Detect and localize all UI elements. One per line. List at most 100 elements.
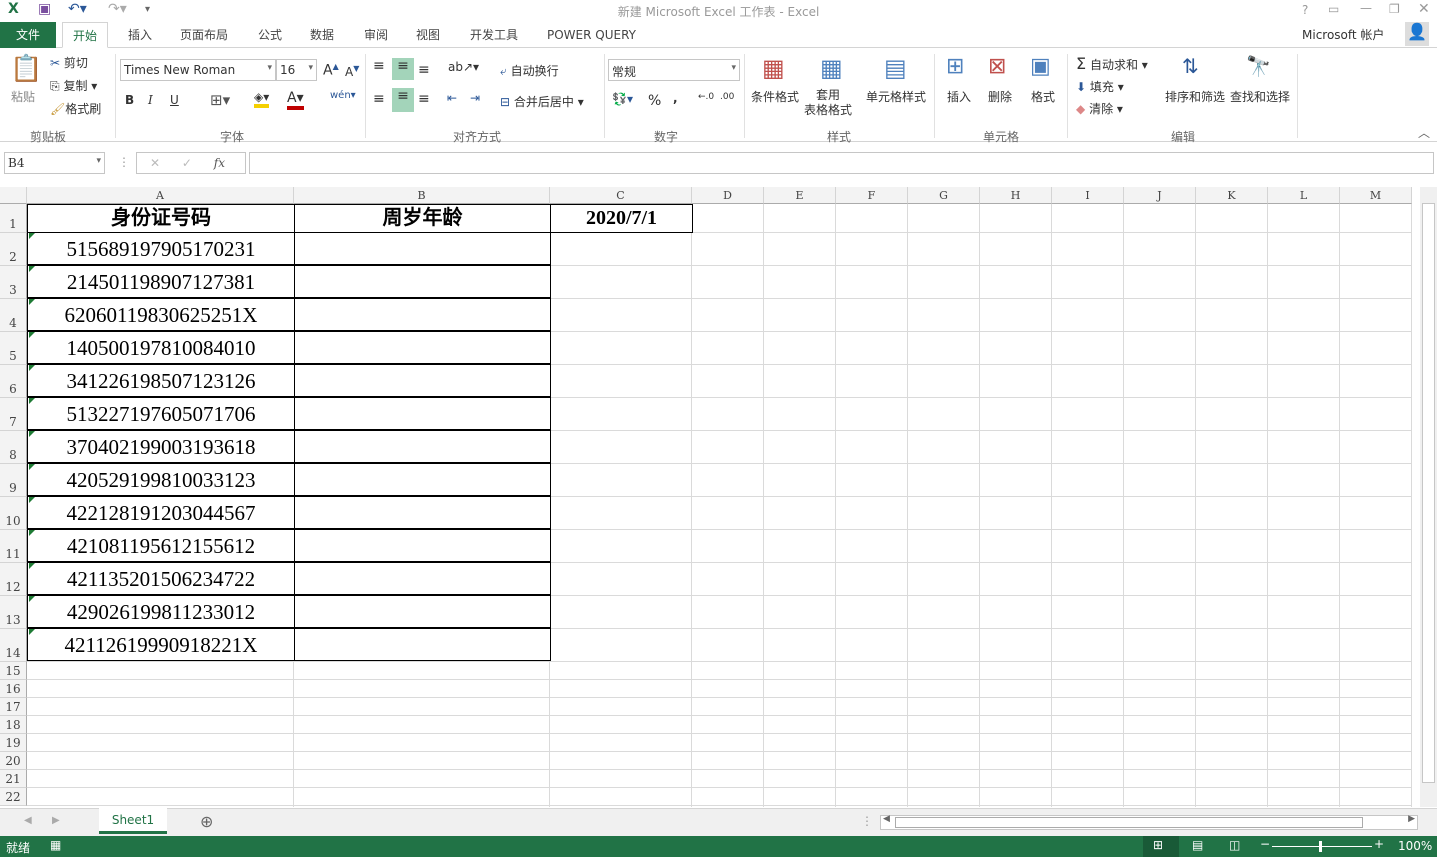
tab-home[interactable]: 开始 <box>62 22 109 48</box>
error-indicator-icon[interactable] <box>29 398 35 404</box>
error-indicator-icon[interactable] <box>29 563 35 569</box>
page-layout-view-icon[interactable]: ▤ <box>1192 838 1203 852</box>
row-header-2[interactable]: 2 <box>0 233 27 266</box>
decrease-font-icon[interactable]: A▼ <box>345 64 359 79</box>
restore-icon[interactable]: ❐ <box>1389 2 1400 16</box>
tab-power-query[interactable]: POWER QUERY <box>537 22 646 48</box>
cell-B1[interactable]: 周岁年龄 <box>294 204 551 233</box>
cancel-icon[interactable]: ✕ <box>150 156 160 170</box>
cell-styles-button[interactable]: 单元格样式 <box>866 88 926 105</box>
row-header-21[interactable]: 21 <box>0 770 27 788</box>
scroll-thumb[interactable] <box>895 817 1363 828</box>
column-header-K[interactable]: K <box>1196 187 1268 204</box>
error-indicator-icon[interactable] <box>29 365 35 371</box>
cell-B13[interactable] <box>294 595 551 628</box>
paste-icon[interactable]: 📋 <box>10 54 42 84</box>
error-indicator-icon[interactable] <box>29 596 35 602</box>
error-indicator-icon[interactable] <box>29 431 35 437</box>
cell-B7[interactable] <box>294 397 551 430</box>
help-icon[interactable]: ? <box>1302 3 1308 17</box>
copy-button[interactable]: ⎘ 复制 ▾ <box>50 77 97 94</box>
tab-review[interactable]: 审阅 <box>354 22 398 48</box>
row-header-19[interactable]: 19 <box>0 734 27 752</box>
row-header-22[interactable]: 22 <box>0 788 27 806</box>
row-header-18[interactable]: 18 <box>0 716 27 734</box>
prev-sheet-icon[interactable]: ◀ <box>24 815 32 826</box>
worksheet-grid[interactable]: A B C D E F G H I J K L M 1 2 3 4 5 6 7 8 9 10 11 12 13 14 15 16 17 18… <box>0 187 1420 807</box>
fill-color-icon[interactable]: ◈▾ <box>254 90 270 108</box>
find-select-button[interactable]: 查找和选择 <box>1230 88 1290 105</box>
insert-cells-button[interactable]: 插入 <box>947 88 971 105</box>
cell-B4[interactable] <box>294 298 551 331</box>
account-name[interactable]: Microsoft 帐户 <box>1302 26 1384 43</box>
select-all-corner[interactable] <box>0 187 27 204</box>
format-as-table-button[interactable]: 套用 表格格式 <box>804 88 852 118</box>
zoom-in-icon[interactable]: + <box>1374 837 1384 851</box>
zoom-slider-thumb[interactable] <box>1319 841 1322 852</box>
orientation-icon[interactable]: ab↗▾ <box>448 60 479 74</box>
cell-A1[interactable]: 身份证号码 <box>27 204 295 233</box>
error-indicator-icon[interactable] <box>29 530 35 536</box>
decrease-decimal-icon[interactable]: .00 <box>720 92 734 102</box>
zoom-slider[interactable] <box>1272 846 1372 847</box>
cell-A9[interactable]: 420529199810033123 <box>27 463 295 496</box>
macro-record-icon[interactable]: ▦ <box>50 838 61 852</box>
cell-A14[interactable]: 42112619990918221X <box>27 628 295 661</box>
column-header-L[interactable]: L <box>1268 187 1340 204</box>
vertical-scrollbar[interactable] <box>1420 187 1437 807</box>
paste-button[interactable]: 粘贴 <box>11 88 35 105</box>
wrap-text-button[interactable]: ⤶ 自动换行 <box>500 62 559 79</box>
row-header-11[interactable]: 11 <box>0 530 27 563</box>
cell-B8[interactable] <box>294 430 551 463</box>
error-indicator-icon[interactable] <box>29 629 35 635</box>
font-name-select[interactable]: Times New Roman ▾ <box>120 59 276 81</box>
row-header-6[interactable]: 6 <box>0 365 27 398</box>
bold-button[interactable]: B <box>125 93 134 107</box>
italic-button[interactable]: I <box>148 93 153 107</box>
cell-A4[interactable]: 62060119830625251X <box>27 298 295 331</box>
cell-B11[interactable] <box>294 529 551 562</box>
row-header-8[interactable]: 8 <box>0 431 27 464</box>
cell-A11[interactable]: 421081195612155612 <box>27 529 295 562</box>
row-header-15[interactable]: 15 <box>0 662 27 680</box>
currency-icon[interactable]: 💱▾ <box>612 92 633 106</box>
row-header-14[interactable]: 14 <box>0 629 27 662</box>
zoom-out-icon[interactable]: − <box>1260 837 1270 851</box>
align-bottom-icon[interactable]: ≡ <box>418 62 430 78</box>
column-header-M[interactable]: M <box>1340 187 1412 204</box>
number-format-select[interactable]: 常规 ▾ <box>608 59 740 81</box>
row-header-17[interactable]: 17 <box>0 698 27 716</box>
name-box[interactable]: B4 ▾ <box>4 152 105 174</box>
row-header-3[interactable]: 3 <box>0 266 27 299</box>
cell-B9[interactable] <box>294 463 551 496</box>
zoom-level[interactable]: 100% <box>1398 839 1432 853</box>
column-header-J[interactable]: J <box>1124 187 1196 204</box>
row-header-4[interactable]: 4 <box>0 299 27 332</box>
row-header-10[interactable]: 10 <box>0 497 27 530</box>
column-header-I[interactable]: I <box>1052 187 1124 204</box>
next-sheet-icon[interactable]: ▶ <box>52 815 60 826</box>
align-right-icon[interactable]: ≡ <box>418 91 430 107</box>
column-header-G[interactable]: G <box>908 187 980 204</box>
cell-B6[interactable] <box>294 364 551 397</box>
underline-button[interactable]: U <box>170 93 179 107</box>
split-handle-icon[interactable]: ⋮ <box>861 814 873 828</box>
cell-A7[interactable]: 513227197605071706 <box>27 397 295 430</box>
format-cells-button[interactable]: 格式 <box>1031 88 1055 105</box>
column-header-D[interactable]: D <box>692 187 764 204</box>
comma-button[interactable]: , <box>673 91 678 105</box>
cell-A10[interactable]: 422128191203044567 <box>27 496 295 529</box>
clear-button[interactable]: ◆ 清除 ▾ <box>1076 100 1123 117</box>
cell-A2[interactable]: 515689197905170231 <box>27 232 295 265</box>
cut-button[interactable]: ✂ 剪切 <box>50 54 88 71</box>
tab-insert[interactable]: 插入 <box>118 22 162 48</box>
error-indicator-icon[interactable] <box>29 299 35 305</box>
cell-B5[interactable] <box>294 331 551 364</box>
cell-A8[interactable]: 370402199003193618 <box>27 430 295 463</box>
autosum-button[interactable]: Σ 自动求和 ▾ <box>1076 54 1148 73</box>
formula-input[interactable] <box>249 152 1434 174</box>
cell-C1[interactable]: 2020/7/1 <box>550 204 693 233</box>
cell-B3[interactable] <box>294 265 551 298</box>
new-sheet-icon[interactable]: ⊕ <box>200 812 213 831</box>
sort-filter-button[interactable]: 排序和筛选 <box>1165 88 1225 105</box>
